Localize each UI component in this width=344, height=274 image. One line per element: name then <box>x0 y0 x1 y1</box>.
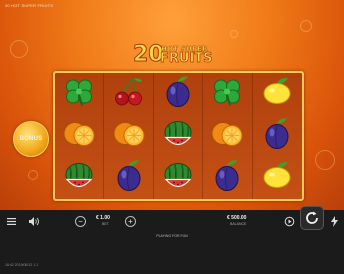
orange-icon <box>210 119 244 154</box>
footer-info: 16:42 2019/06/12 1.1 <box>5 263 39 267</box>
autoplay-icon[interactable] <box>283 215 295 227</box>
bubble-decoration <box>230 30 238 38</box>
reel-cell <box>55 73 105 115</box>
lemon-icon <box>261 77 293 112</box>
bet-caption: BET <box>102 222 109 226</box>
balance-caption: BALANCE <box>230 222 247 226</box>
plum-icon <box>212 159 242 198</box>
menu-icon[interactable] <box>6 216 16 226</box>
reel-cell <box>104 115 154 157</box>
bonus-label: BONUS <box>19 136 43 142</box>
lemon-icon <box>261 161 293 196</box>
reel-cell <box>154 73 204 115</box>
plum-icon <box>163 75 193 114</box>
reel-cell <box>154 115 204 157</box>
game-stage: 20 HOT SUPER FRUITS 20 HOT SUPER FRUITS … <box>0 0 344 210</box>
watermelon-icon <box>62 160 96 197</box>
logo-line2: FRUITS <box>160 51 213 66</box>
reel-grid <box>53 71 304 201</box>
spin-button[interactable] <box>300 206 324 230</box>
game-title-small: 20 HOT SUPER FRUITS <box>5 3 54 8</box>
watermelon-icon <box>161 160 195 197</box>
orange-icon <box>62 119 96 154</box>
cherry-icon <box>112 76 146 113</box>
bet-increase-button[interactable]: + <box>125 216 136 227</box>
reel-cell <box>55 115 105 157</box>
balance-value: € 500.00 <box>227 215 247 221</box>
reel-cell <box>253 115 302 157</box>
minus-icon: − <box>78 216 83 226</box>
reel-cell <box>203 115 253 157</box>
game-logo: 20 HOT SUPER FRUITS <box>133 43 213 70</box>
bubble-decoration <box>300 20 312 32</box>
reel-cell <box>253 157 302 199</box>
bonus-button[interactable]: BONUS <box>13 121 49 157</box>
bubble-decoration <box>28 170 38 180</box>
bubble-decoration <box>10 40 28 58</box>
plus-icon: + <box>128 216 133 226</box>
reel-cell <box>104 73 154 115</box>
clover-icon <box>62 75 96 114</box>
orange-icon <box>112 119 146 154</box>
plum-icon <box>114 159 144 198</box>
bet-value: € 1.00 <box>96 215 110 221</box>
watermelon-icon <box>161 118 195 155</box>
plum-icon <box>262 117 292 156</box>
reel-cell <box>55 157 105 199</box>
play-mode-text: PLAYING FOR FUN <box>156 234 188 238</box>
reel-cell <box>104 157 154 199</box>
reel-cell <box>203 73 253 115</box>
spin-icon <box>306 211 318 224</box>
clover-icon <box>210 75 244 114</box>
reel-cell <box>154 157 204 199</box>
bet-decrease-button[interactable]: − <box>75 216 86 227</box>
reel-cell <box>203 157 253 199</box>
sound-icon[interactable] <box>28 215 40 227</box>
bubble-decoration <box>315 150 335 170</box>
turbo-icon[interactable] <box>329 215 340 227</box>
reel-cell <box>253 73 302 115</box>
